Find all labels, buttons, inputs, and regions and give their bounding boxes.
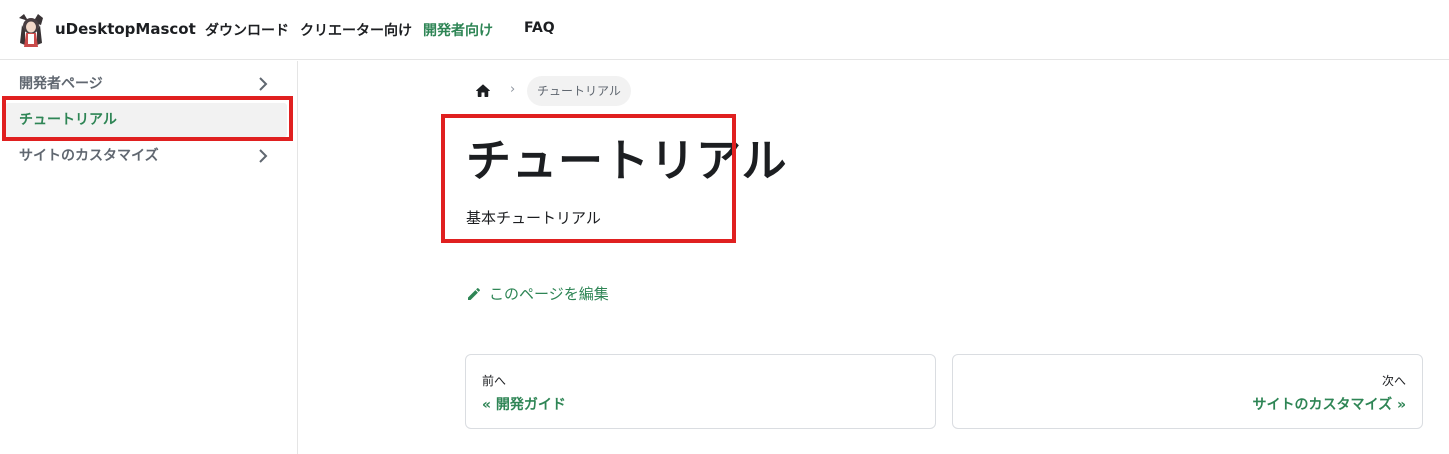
breadcrumb-current: チュートリアル [527,76,631,106]
nav-developers[interactable]: 開発者向け [423,20,493,40]
nav-download[interactable]: ダウンロード [205,20,289,40]
chevron-right-icon[interactable] [255,148,271,164]
sidebar-item-tutorial[interactable]: チュートリアル [5,103,287,137]
pagination-prev-sublabel: 前へ [482,374,507,388]
mascot-logo[interactable] [15,13,47,47]
pagination-next[interactable]: 次へ サイトのカスタマイズ » [952,354,1423,429]
brand-title[interactable]: uDesktopMascot [55,20,196,38]
pencil-icon [468,287,480,300]
nav-faq[interactable]: FAQ [524,20,555,36]
breadcrumb-separator: › [510,82,516,97]
chevron-right-icon[interactable] [255,76,271,92]
nav-creators[interactable]: クリエーター向け [300,20,412,40]
pagination-next-label: サイトのカスタマイズ » [1252,397,1407,413]
sidebar-item-label: サイトのカスタマイズ [19,148,159,164]
page-description: 基本チュートリアル [466,209,601,227]
page-title: チュートリアル [466,134,788,187]
sidebar-item-site-customize[interactable]: サイトのカスタマイズ [5,139,287,173]
pagination-prev[interactable]: 前へ « 開発ガイド [465,354,936,429]
pagination-prev-label: « 開発ガイド [482,397,566,413]
edit-page-label: このページを編集 [489,285,609,303]
top-navbar: uDesktopMascot ダウンロード クリエーター向け 開発者向け FAQ [0,0,1449,60]
sidebar-item-label: 開発者ページ [19,76,103,92]
sidebar-item-developer-page[interactable]: 開発者ページ [5,67,287,101]
pagination-next-sublabel: 次へ [1381,374,1406,388]
sidebar-item-label: チュートリアル [19,112,117,128]
edit-page-link[interactable]: このページを編集 [466,283,609,304]
docs-sidebar: 開発者ページ チュートリアル サイトのカスタマイズ [0,61,298,454]
home-icon[interactable] [474,82,492,100]
